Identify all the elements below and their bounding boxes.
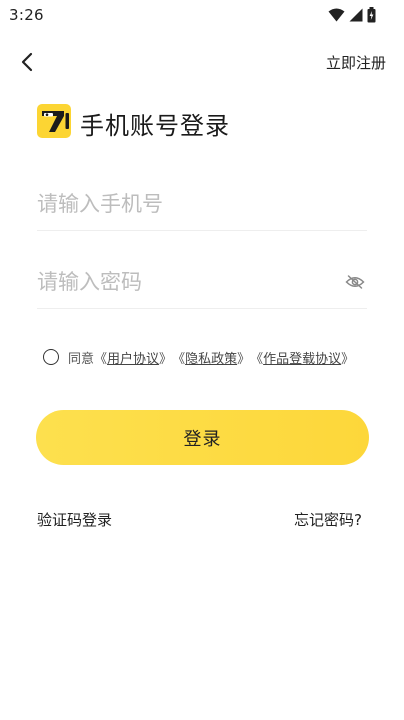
register-link[interactable]: 立即注册: [326, 52, 386, 73]
forgot-password-link[interactable]: 忘记密码?: [294, 509, 362, 530]
back-button[interactable]: [12, 47, 42, 77]
status-bar: 3:26: [0, 0, 404, 30]
agreement-bracket-open: 《: [94, 351, 108, 367]
agreement-bracket-open: 《: [250, 351, 264, 367]
agreement-bracket-open: 《: [172, 351, 186, 367]
battery-icon: [367, 7, 376, 23]
chevron-left-icon: [21, 52, 33, 72]
sms-login-link[interactable]: 验证码登录: [37, 509, 112, 530]
eye-off-icon[interactable]: [345, 272, 365, 292]
agreement: 同意 《用户协议》 《隐私政策》 《作品登载协议》: [43, 346, 373, 368]
publication-agreement-link[interactable]: 作品登载协议: [263, 348, 341, 367]
signal-icon: [349, 8, 363, 22]
status-icons: [328, 6, 376, 24]
agreement-prefix: 同意: [68, 351, 95, 367]
user-agreement-link[interactable]: 用户协议: [107, 348, 159, 367]
agreement-bracket-close: 》: [159, 351, 173, 367]
phone-field: [37, 184, 367, 231]
app-logo-icon: [37, 104, 71, 138]
status-time: 3:26: [9, 6, 44, 24]
password-field: [37, 262, 367, 309]
agree-radio[interactable]: [43, 349, 59, 365]
agreement-bracket-close: 》: [341, 351, 355, 367]
wifi-icon: [328, 8, 345, 22]
login-button[interactable]: 登录: [36, 410, 369, 465]
page-title: 手机账号登录: [80, 112, 230, 140]
phone-input[interactable]: [37, 184, 337, 224]
privacy-policy-link[interactable]: 隐私政策: [185, 348, 237, 367]
agreement-bracket-close: 》: [237, 351, 251, 367]
password-input[interactable]: [37, 262, 337, 302]
